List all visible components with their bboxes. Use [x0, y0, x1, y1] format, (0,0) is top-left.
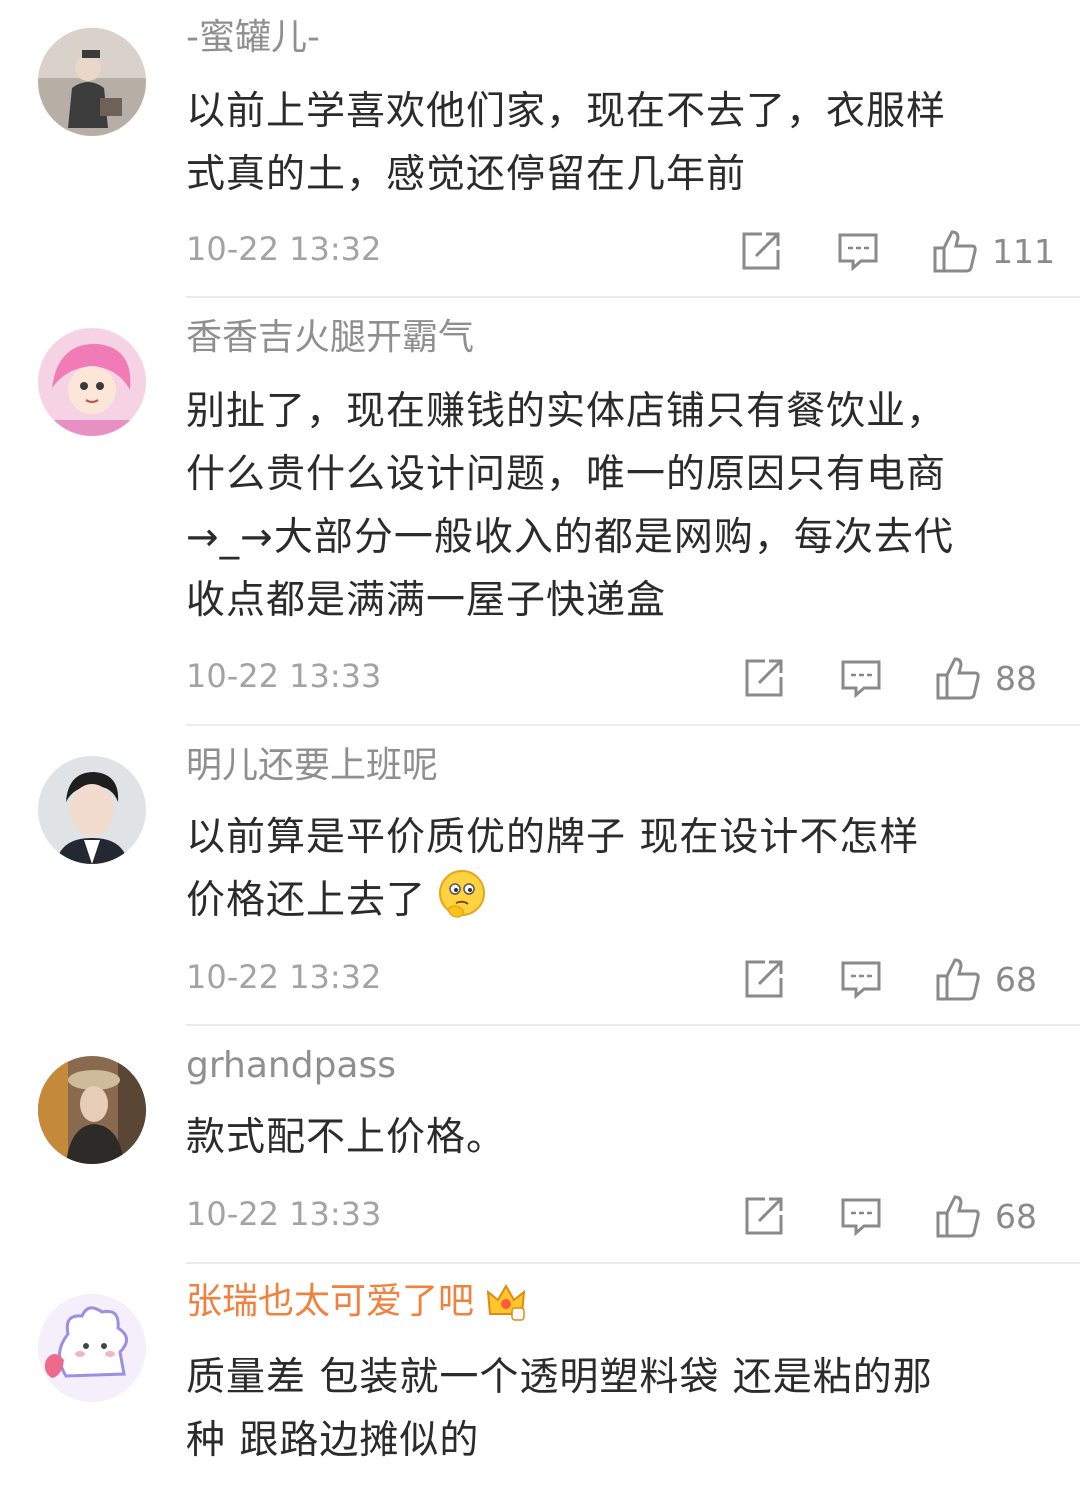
comment-line: 式真的土，感觉还停留在几年前 — [186, 152, 747, 197]
crown-badge-icon — [486, 1283, 526, 1321]
username[interactable]: -蜜罐儿- — [186, 16, 320, 60]
comment-text: 款式配不上价格。 — [186, 1106, 1046, 1169]
like-count: 88 — [995, 658, 1037, 698]
repost-button[interactable] — [743, 1191, 785, 1241]
thumbs-up-icon — [933, 230, 977, 273]
repost-button[interactable] — [740, 226, 782, 276]
username[interactable]: 香香吉火腿开霸气 — [186, 316, 474, 360]
thinking-face-emoji — [436, 869, 488, 940]
username-row: 张瑞也太可爱了吧 — [186, 1280, 528, 1324]
repost-button[interactable] — [743, 653, 785, 703]
like-button[interactable]: 88 — [935, 653, 1037, 703]
divider — [186, 1024, 1080, 1026]
username[interactable]: grhandpass — [186, 1044, 396, 1088]
repost-button[interactable] — [743, 954, 785, 1004]
avatar[interactable] — [38, 28, 146, 136]
comment-text: 别扯了，现在赚钱的实体店铺只有餐饮业， 什么贵什么设计问题，唯一的原因只有电商 … — [186, 380, 1046, 632]
divider — [186, 1262, 1080, 1264]
comment-line: 质量差 包装就一个透明塑料袋 还是粘的那 — [186, 1355, 933, 1400]
comment-button[interactable] — [840, 1191, 882, 1241]
comment-meta: 10-22 13:33 88 — [186, 653, 1080, 703]
comment-meta: 10-22 13:32 68 — [186, 954, 1080, 1004]
comment-line: 什么贵什么设计问题，唯一的原因只有电商 — [186, 452, 947, 497]
like-button[interactable]: 68 — [935, 954, 1037, 1004]
thumbs-up-icon — [936, 1195, 980, 1238]
thumbs-up-icon — [936, 958, 980, 1001]
timestamp: 10-22 13:33 — [186, 657, 382, 695]
like-count: 111 — [992, 231, 1055, 271]
comment-meta: 10-22 13:33 68 — [186, 1191, 1080, 1241]
username[interactable]: 张瑞也太可爱了吧 — [186, 1280, 474, 1324]
like-button[interactable]: 111 — [932, 226, 1055, 276]
comment-line: →_→大部分一般收入的都是网购，每次去代 — [186, 515, 954, 560]
comment-meta: 10-22 13:32 111 — [186, 226, 1080, 276]
share-icon — [745, 659, 783, 697]
share-icon — [742, 232, 780, 270]
comment-icon — [841, 961, 881, 1000]
comment-line: 收点都是满满一屋子快递盒 — [186, 578, 667, 623]
divider — [186, 724, 1080, 726]
like-count: 68 — [995, 959, 1037, 999]
comment-button[interactable] — [837, 226, 879, 276]
like-count: 68 — [995, 1196, 1037, 1236]
comment-line: 以前算是平价质优的牌子 现在设计不怎样 — [186, 815, 920, 860]
like-button[interactable]: 68 — [935, 1191, 1037, 1241]
comment-text: 以前上学喜欢他们家，现在不去了，衣服样 式真的土，感觉还停留在几年前 — [186, 80, 1046, 206]
share-icon — [745, 960, 783, 998]
timestamp: 10-22 13:32 — [186, 230, 382, 268]
username[interactable]: 明儿还要上班呢 — [186, 744, 438, 788]
comment-button[interactable] — [840, 954, 882, 1004]
share-icon — [745, 1197, 783, 1235]
comment-line: 以前上学喜欢他们家，现在不去了，衣服样 — [186, 89, 947, 134]
comment-line: 款式配不上价格。 — [186, 1115, 507, 1160]
avatar[interactable] — [38, 328, 146, 436]
avatar[interactable] — [38, 1056, 146, 1164]
comment-icon — [841, 660, 881, 699]
comment-icon — [838, 233, 878, 272]
avatar[interactable] — [38, 1294, 146, 1402]
comment-text: 以前算是平价质优的牌子 现在设计不怎样 价格还上去了 — [186, 806, 1046, 940]
thumbs-up-icon — [936, 657, 980, 700]
divider — [186, 296, 1080, 298]
comment-line: 价格还上去了 — [186, 869, 1046, 940]
comment-line-text: 价格还上去了 — [186, 878, 427, 923]
comment-line: 种 跟路边摊似的 — [186, 1418, 480, 1463]
timestamp: 10-22 13:33 — [186, 1195, 382, 1233]
comment-icon — [841, 1198, 881, 1237]
timestamp: 10-22 13:32 — [186, 958, 382, 996]
avatar[interactable] — [38, 756, 146, 864]
comment-line: 别扯了，现在赚钱的实体店铺只有餐饮业， — [186, 389, 947, 434]
comment-button[interactable] — [840, 653, 882, 703]
comment-text: 质量差 包装就一个透明塑料袋 还是粘的那 种 跟路边摊似的 — [186, 1346, 1046, 1472]
